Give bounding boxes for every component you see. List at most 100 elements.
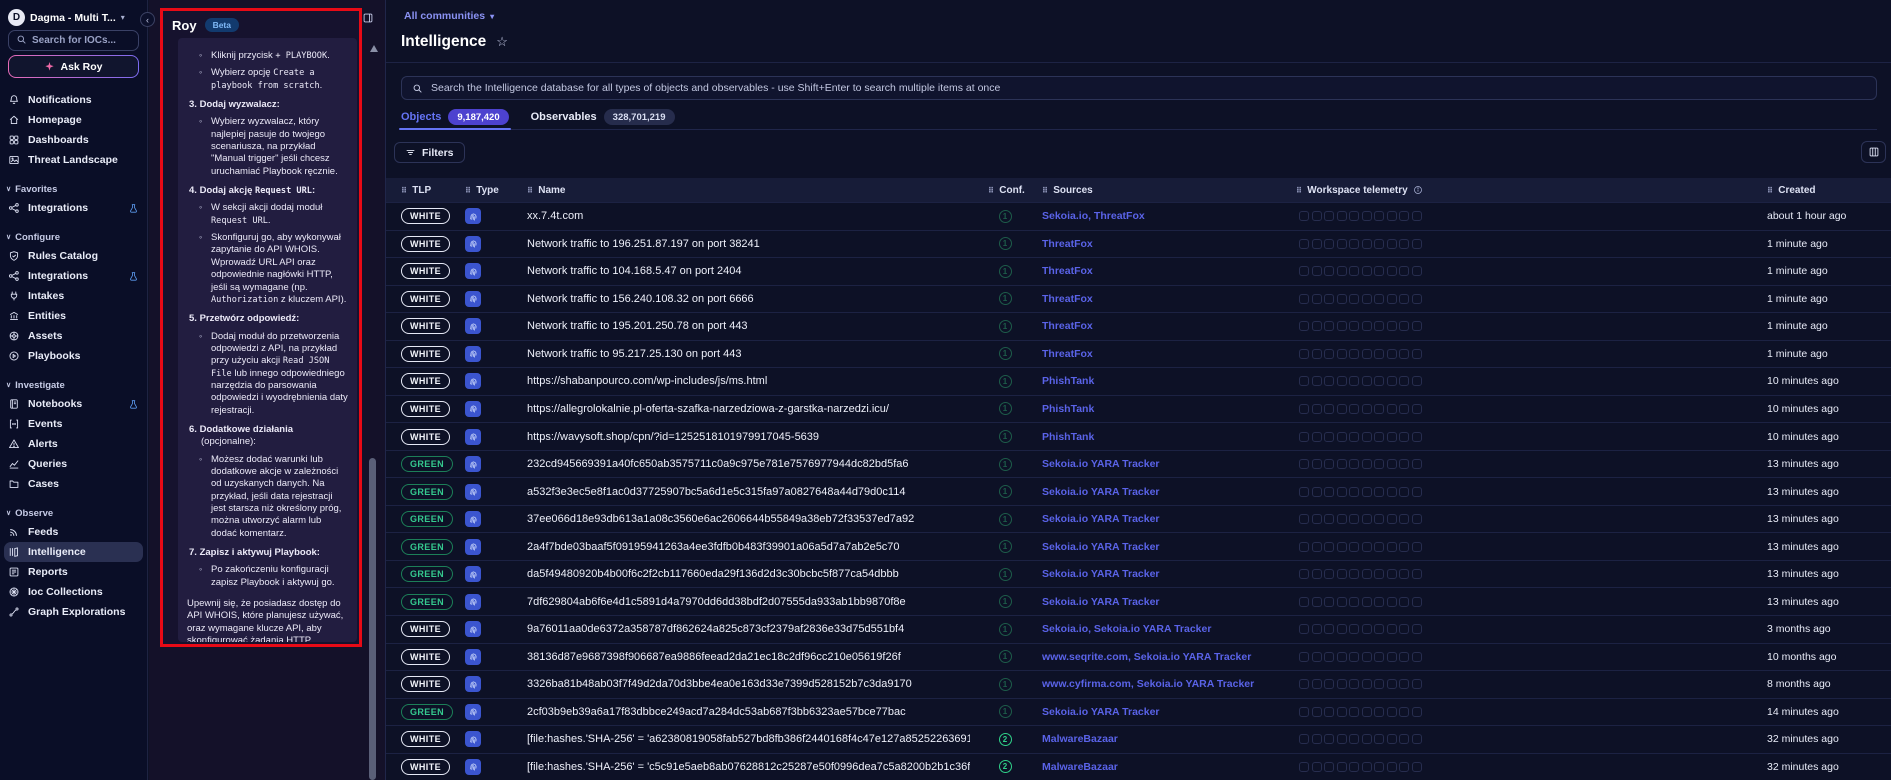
- object-name[interactable]: Network traffic to 95.217.25.130 on port…: [510, 341, 970, 368]
- sources-link[interactable]: ThreatFox: [1040, 231, 1266, 258]
- column-header-created[interactable]: ⠿Created: [1746, 185, 1891, 196]
- object-name[interactable]: xx.7.4t.com: [510, 203, 970, 230]
- drag-handle-icon[interactable]: ⠿: [1767, 186, 1773, 195]
- table-row[interactable]: GREEN2a4f7bde03baaf5f09195941263a4ee3fdf…: [386, 532, 1891, 560]
- sidebar-item-dashboards[interactable]: Dashboards: [0, 130, 147, 150]
- sidebar-collapse-button[interactable]: ‹: [140, 12, 155, 27]
- panel-collapse-icon[interactable]: [362, 12, 374, 24]
- table-row[interactable]: WHITEhttps://shabanpourco.com/wp-include…: [386, 367, 1891, 395]
- sidebar-item-notebooks[interactable]: Notebooks: [0, 394, 147, 414]
- column-header-workspace-telemetry[interactable]: ⠿Workspace telemetry: [1266, 185, 1746, 196]
- sidebar-item-queries[interactable]: Queries: [0, 454, 147, 474]
- sidebar-item-reports[interactable]: Reports: [0, 562, 147, 582]
- sidebar-item-assets[interactable]: Assets: [0, 326, 147, 346]
- object-name[interactable]: https://wavysoft.shop/cpn/?id=1252518101…: [510, 423, 970, 450]
- roy-conversation[interactable]: ◦Kliknij przycisk + PLAYBOOK.◦Wybierz op…: [178, 38, 357, 642]
- tab-objects[interactable]: Objects 9,187,420: [401, 105, 509, 129]
- sidebar-item-threat-landscape[interactable]: Threat Landscape: [0, 150, 147, 170]
- sources-link[interactable]: PhishTank: [1040, 396, 1266, 423]
- object-name[interactable]: https://shabanpourco.com/wp-includes/js/…: [510, 368, 970, 395]
- table-row[interactable]: WHITEhttps://wavysoft.shop/cpn/?id=12525…: [386, 422, 1891, 450]
- sources-link[interactable]: www.cyfirma.com, Sekoia.io YARA Tracker: [1040, 671, 1266, 698]
- sidebar-item-feeds[interactable]: Feeds: [0, 522, 147, 542]
- column-settings-button[interactable]: [1861, 141, 1886, 163]
- sources-link[interactable]: ThreatFox: [1040, 286, 1266, 313]
- object-name[interactable]: 37ee066d18e93db613a1a08c3560e6ac2606644b…: [510, 506, 970, 533]
- sidebar-item-intakes[interactable]: Intakes: [0, 286, 147, 306]
- column-header-sources[interactable]: ⠿Sources: [1040, 185, 1266, 196]
- table-row[interactable]: GREENda5f49480920b4b00f6c2f2cb117660eda2…: [386, 560, 1891, 588]
- object-name[interactable]: 2a4f7bde03baaf5f09195941263a4ee3fdfb0b48…: [510, 533, 970, 560]
- sources-link[interactable]: MalwareBazaar: [1040, 726, 1266, 753]
- sidebar-item-cases[interactable]: Cases: [0, 474, 147, 494]
- table-row[interactable]: WHITExx.7.4t.com1Sekoia.io, ThreatFoxabo…: [386, 202, 1891, 230]
- table-row[interactable]: WHITE3326ba81b48ab03f7f49d2da70d3bbe4ea0…: [386, 670, 1891, 698]
- object-name[interactable]: 7df629804ab6f6e4d1c5891d4a7970dd6dd38bdf…: [510, 588, 970, 615]
- table-row[interactable]: WHITENetwork traffic to 156.240.108.32 o…: [386, 285, 1891, 313]
- sidebar-section-configure[interactable]: ∨Configure: [0, 228, 147, 246]
- search-iocs-input[interactable]: Search for IOCs...: [8, 30, 139, 51]
- sources-link[interactable]: Sekoia.io YARA Tracker: [1040, 533, 1266, 560]
- favorite-star-icon[interactable]: ☆: [496, 34, 508, 50]
- drag-handle-icon[interactable]: ⠿: [527, 186, 533, 195]
- workspace-selector[interactable]: D Dagma - Multi T... ▾: [0, 0, 147, 30]
- object-name[interactable]: da5f49480920b4b00f6c2f2cb117660eda29f136…: [510, 561, 970, 588]
- object-name[interactable]: 232cd945669391a40fc650ab3575711c0a9c975e…: [510, 451, 970, 478]
- sidebar-section-favorites[interactable]: ∨Favorites: [0, 180, 147, 198]
- object-name[interactable]: 3326ba81b48ab03f7f49d2da70d3bbe4ea0e163d…: [510, 671, 970, 698]
- sidebar-item-notifications[interactable]: Notifications: [0, 90, 147, 110]
- sidebar-item-ioc-collections[interactable]: Ioc Collections: [0, 582, 147, 602]
- filters-button[interactable]: Filters: [394, 142, 465, 163]
- sidebar-section-observe[interactable]: ∨Observe: [0, 504, 147, 522]
- sources-link[interactable]: PhishTank: [1040, 423, 1266, 450]
- sources-link[interactable]: Sekoia.io, Sekoia.io YARA Tracker: [1040, 616, 1266, 643]
- sources-link[interactable]: MalwareBazaar: [1040, 754, 1266, 780]
- object-name[interactable]: 2cf03b9eb39a6a17f83dbbce249acd7a284dc53a…: [510, 699, 970, 726]
- table-row[interactable]: WHITENetwork traffic to 196.251.87.197 o…: [386, 230, 1891, 258]
- table-row[interactable]: WHITENetwork traffic to 104.168.5.47 on …: [386, 257, 1891, 285]
- table-row[interactable]: GREEN7df629804ab6f6e4d1c5891d4a7970dd6dd…: [386, 587, 1891, 615]
- sidebar-item-events[interactable]: Events: [0, 414, 147, 434]
- sidebar-item-entities[interactable]: Entities: [0, 306, 147, 326]
- sidebar-section-investigate[interactable]: ∨Investigate: [0, 376, 147, 394]
- object-name[interactable]: Network traffic to 156.240.108.32 on por…: [510, 286, 970, 313]
- drag-handle-icon[interactable]: ⠿: [401, 186, 407, 195]
- column-header-conf[interactable]: ⠿Conf.: [970, 185, 1040, 196]
- sidebar-item-playbooks[interactable]: Playbooks: [0, 346, 147, 366]
- column-header-type[interactable]: ⠿Type: [454, 185, 510, 196]
- sources-link[interactable]: www.seqrite.com, Sekoia.io YARA Tracker: [1040, 644, 1266, 671]
- object-name[interactable]: [file:hashes.'SHA-256' = 'a62380819058fa…: [510, 726, 970, 753]
- sidebar-item-graph-explorations[interactable]: Graph Explorations: [0, 602, 147, 622]
- sidebar-item-intelligence[interactable]: Intelligence: [4, 542, 143, 562]
- sources-link[interactable]: Sekoia.io, ThreatFox: [1040, 203, 1266, 230]
- table-row[interactable]: WHITE[file:hashes.'SHA-256' = 'c5c91e5ae…: [386, 753, 1891, 780]
- object-name[interactable]: [file:hashes.'SHA-256' = 'c5c91e5aeb8ab0…: [510, 754, 970, 780]
- object-name[interactable]: Network traffic to 195.201.250.78 on por…: [510, 313, 970, 340]
- drag-handle-icon[interactable]: ⠿: [465, 186, 471, 195]
- sidebar-item-rules-catalog[interactable]: Rules Catalog: [0, 246, 147, 266]
- sources-link[interactable]: ThreatFox: [1040, 313, 1266, 340]
- sources-link[interactable]: ThreatFox: [1040, 341, 1266, 368]
- sidebar-item-alerts[interactable]: Alerts: [0, 434, 147, 454]
- sources-link[interactable]: Sekoia.io YARA Tracker: [1040, 588, 1266, 615]
- column-header-tlp[interactable]: ⠿TLP: [386, 185, 454, 196]
- sources-link[interactable]: PhishTank: [1040, 368, 1266, 395]
- table-row[interactable]: WHITE9a76011aa0de6372a358787df862624a825…: [386, 615, 1891, 643]
- table-row[interactable]: GREENa532f3e3ec5e8f1ac0d37725907bc5a6d1e…: [386, 477, 1891, 505]
- column-header-name[interactable]: ⠿Name: [510, 185, 970, 196]
- ask-roy-button[interactable]: Ask Roy: [8, 55, 139, 78]
- table-row[interactable]: WHITE38136d87e9687398f906687ea9886feead2…: [386, 643, 1891, 671]
- table-row[interactable]: GREEN232cd945669391a40fc650ab3575711c0a9…: [386, 450, 1891, 478]
- sources-link[interactable]: Sekoia.io YARA Tracker: [1040, 451, 1266, 478]
- sources-link[interactable]: Sekoia.io YARA Tracker: [1040, 478, 1266, 505]
- sources-link[interactable]: Sekoia.io YARA Tracker: [1040, 506, 1266, 533]
- intelligence-search-input[interactable]: Search the Intelligence database for all…: [401, 76, 1877, 100]
- info-icon[interactable]: [1413, 185, 1423, 195]
- object-name[interactable]: Network traffic to 104.168.5.47 on port …: [510, 258, 970, 285]
- drag-handle-icon[interactable]: ⠿: [1296, 186, 1302, 195]
- community-filter[interactable]: All communities ▾: [404, 10, 494, 22]
- table-row[interactable]: WHITEhttps://allegrolokalnie.pl-oferta-s…: [386, 395, 1891, 423]
- table-row[interactable]: WHITE[file:hashes.'SHA-256' = 'a62380819…: [386, 725, 1891, 753]
- table-row[interactable]: WHITENetwork traffic to 195.201.250.78 o…: [386, 312, 1891, 340]
- table-row[interactable]: GREEN2cf03b9eb39a6a17f83dbbce249acd7a284…: [386, 698, 1891, 726]
